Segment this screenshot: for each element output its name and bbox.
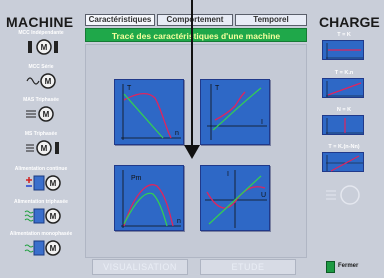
- charge-constant-graph: [322, 40, 364, 60]
- graph-current-voltage[interactable]: I U: [200, 165, 270, 231]
- charge-panel-title: CHARGE: [319, 14, 380, 30]
- machine-item-label: MS Triphasée: [24, 131, 58, 137]
- charge-item-offset-torque[interactable]: T = K.(n-Nn): [316, 144, 372, 178]
- motor-icon: M: [26, 140, 59, 156]
- charge-linear-graph: [322, 78, 364, 98]
- graph-power-speed-plot: Pm n: [121, 170, 181, 228]
- annotation-arrow-line: [191, 0, 193, 148]
- machine-panel-title: MACHINE: [6, 14, 74, 30]
- graph-torque-speed[interactable]: T n: [114, 79, 184, 145]
- graph-y-label: T: [215, 85, 220, 92]
- graph-power-speed[interactable]: Pm n: [114, 165, 184, 231]
- charge-item-constant-speed[interactable]: N = K: [316, 107, 372, 141]
- power-supply-label: Alimentation triphasée: [14, 199, 68, 205]
- graph-x-label: I: [261, 119, 263, 126]
- power-supply-continue[interactable]: Alimentation continue M: [2, 166, 80, 194]
- etude-button[interactable]: ETUDE: [200, 259, 296, 275]
- graph-x-label: n: [175, 130, 179, 137]
- motor-icon: M: [26, 106, 54, 122]
- power-supply-label: Alimentation continue: [14, 166, 68, 172]
- machine-item-label: MAS Triphasée: [23, 97, 59, 103]
- power-supply-triphasee[interactable]: Alimentation triphasée M: [2, 199, 80, 227]
- machine-item-ms-triphasee[interactable]: MS Triphasée M: [2, 131, 80, 159]
- application-window: MACHINE MCC Indépendante M MCC Série M M…: [0, 0, 384, 278]
- graph-x-label: U: [261, 192, 266, 199]
- machine-item-label: MCC Indépendante: [18, 30, 64, 36]
- tab-caracteristiques[interactable]: Caractéristiques: [85, 14, 155, 26]
- machine-item-mas-triphasee[interactable]: MAS Triphasée M: [2, 97, 80, 125]
- graph-torque-current-plot: T I: [207, 84, 267, 140]
- machine-item-mcc-serie[interactable]: MCC Série M: [2, 64, 80, 92]
- single-phase-supply-icon: M: [24, 240, 61, 256]
- graph-y-label: T: [127, 85, 132, 92]
- tab-temporel[interactable]: Temporel: [235, 14, 307, 26]
- svg-text:M: M: [41, 144, 48, 153]
- visualisation-button[interactable]: VISUALISATION: [92, 259, 188, 275]
- graph-y-label: I: [227, 171, 229, 178]
- motor-icon: M: [26, 73, 56, 89]
- power-supply-monophasee[interactable]: Alimentation monophasée M: [2, 231, 80, 259]
- graph-x-label: n: [177, 218, 181, 225]
- svg-text:M: M: [50, 244, 57, 253]
- faded-motor-icon: [326, 185, 360, 205]
- svg-text:M: M: [43, 110, 50, 119]
- close-button-label: Fermer: [338, 263, 359, 269]
- graph-current-voltage-plot: I U: [205, 170, 267, 228]
- svg-text:M: M: [45, 77, 52, 86]
- graph-torque-speed-plot: T n: [121, 84, 181, 140]
- close-button[interactable]: Fermer: [326, 260, 374, 274]
- door-icon: [326, 261, 335, 273]
- charge-item-constant-torque[interactable]: T = K: [316, 32, 372, 66]
- svg-text:M: M: [50, 212, 57, 221]
- page-title-banner: Tracé des caractéristiques d'une machine: [85, 28, 307, 42]
- graph-y-label: Pm: [131, 175, 142, 182]
- charge-item-label: T = K.n: [334, 70, 354, 76]
- dc-supply-icon: M: [26, 175, 61, 191]
- charge-item-label: T = K.(n-Nn): [328, 144, 360, 150]
- charge-item-label: N = K: [336, 107, 352, 113]
- machine-item-label: MCC Série: [28, 64, 54, 70]
- machine-item-mcc-independante[interactable]: MCC Indépendante M: [2, 30, 80, 58]
- charge-speed-graph: [322, 115, 364, 135]
- charge-offset-graph: [322, 152, 364, 172]
- graph-torque-current[interactable]: T I: [200, 79, 270, 145]
- power-supply-label: Alimentation monophasée: [9, 231, 73, 237]
- svg-text:M: M: [50, 179, 57, 188]
- three-phase-supply-icon: M: [24, 208, 61, 224]
- motor-icon: M: [28, 39, 58, 55]
- annotation-arrow-head: [184, 145, 200, 159]
- motor-letter: M: [41, 43, 48, 52]
- tab-comportement[interactable]: Comportement: [157, 14, 233, 26]
- charge-item-linear-torque[interactable]: T = K.n: [316, 70, 372, 104]
- charge-item-label: T = K: [337, 32, 351, 38]
